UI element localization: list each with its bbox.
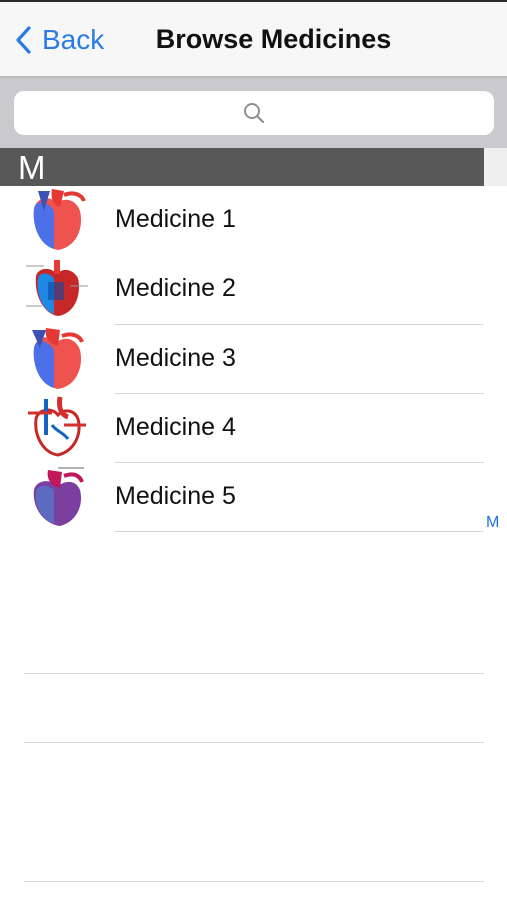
search-bar	[0, 78, 507, 148]
section-index-m[interactable]: M	[486, 514, 499, 532]
list-item[interactable]: Medicine 4	[0, 394, 484, 464]
search-input[interactable]	[14, 91, 494, 135]
search-icon	[244, 103, 265, 124]
list-item[interactable]: Medicine 5	[0, 463, 484, 533]
index-strip-top	[484, 148, 507, 186]
section-letter: M	[18, 149, 46, 186]
medicine-name: Medicine 2	[115, 274, 236, 303]
medicine-list: Medicine 1 Medicine 2 Medicine 3 Medicin…	[0, 186, 484, 533]
heart-diagram-icon	[24, 464, 90, 532]
navigation-bar: Back Browse Medicines	[0, 2, 507, 76]
row-divider	[115, 531, 484, 533]
section-header: M	[0, 148, 484, 186]
heart-diagram-icon	[24, 325, 90, 393]
medicine-name: Medicine 3	[115, 343, 236, 372]
empty-row-divider	[24, 742, 484, 743]
heart-diagram-icon	[24, 256, 90, 324]
medicine-name: Medicine 5	[115, 482, 236, 511]
medicine-name: Medicine 1	[115, 205, 236, 233]
list-item[interactable]: Medicine 1	[0, 186, 484, 255]
medicine-name: Medicine 4	[115, 412, 236, 441]
heart-diagram-icon	[24, 394, 90, 462]
empty-row-divider	[24, 673, 484, 674]
heart-diagram-icon	[24, 187, 90, 254]
list-item[interactable]: Medicine 2	[0, 255, 484, 325]
empty-row-divider	[24, 881, 484, 882]
page-title: Browse Medicines	[155, 24, 392, 54]
list-item[interactable]: Medicine 3	[0, 325, 484, 394]
